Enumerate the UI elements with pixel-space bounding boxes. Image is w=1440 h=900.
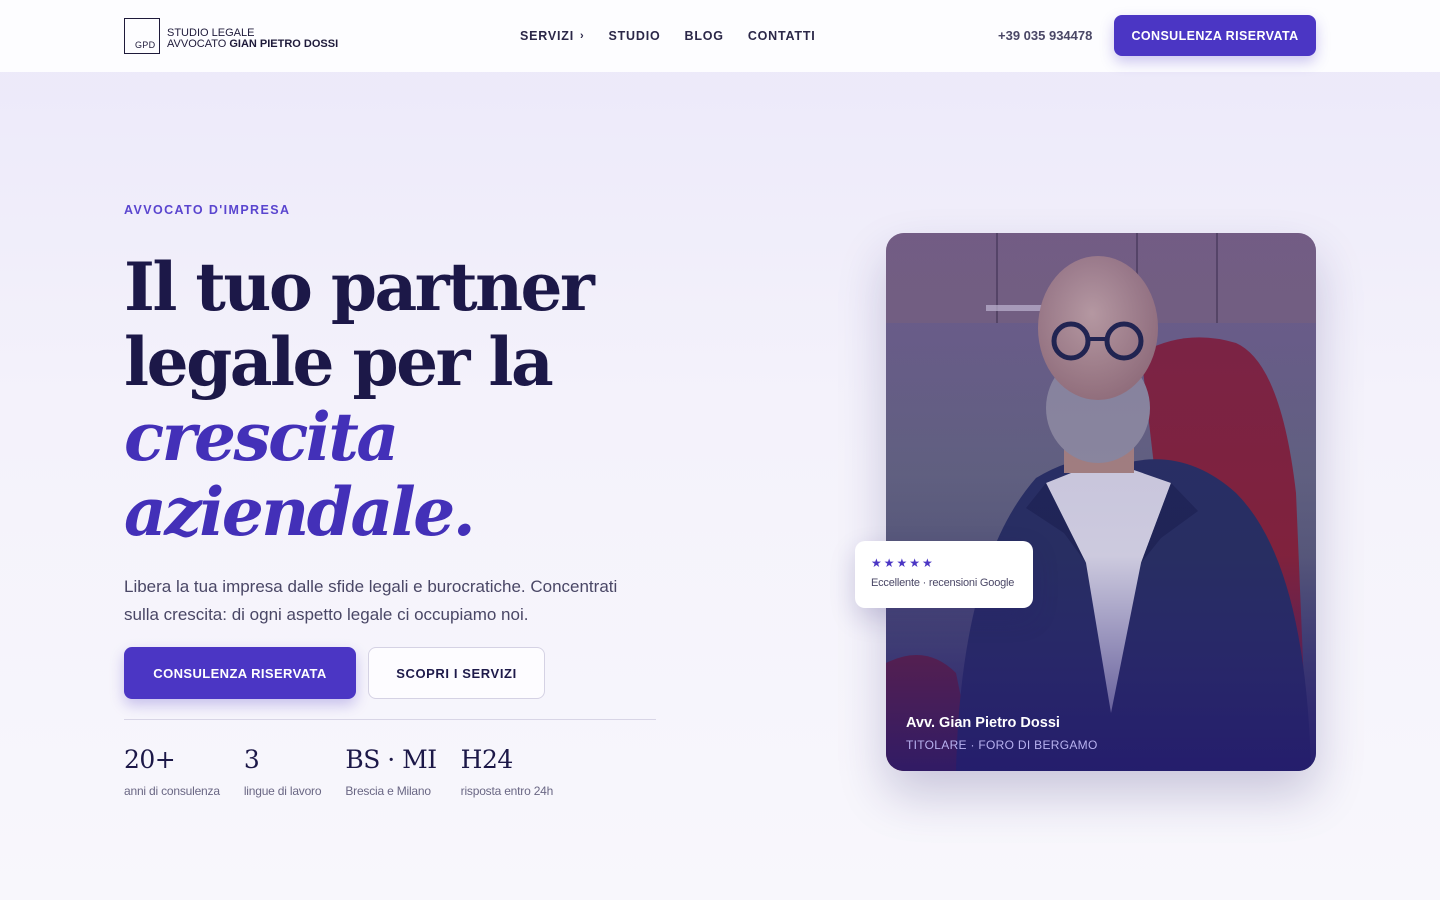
logo-line2-prefix: AVVOCATO xyxy=(167,38,227,50)
nav-item-label: STUDIO xyxy=(608,29,661,43)
header-consultation-button[interactable]: CONSULENZA RISERVATA xyxy=(1114,15,1316,56)
services-button[interactable]: SCOPRI I SERVIZI xyxy=(368,647,545,699)
stat-value: H24 xyxy=(460,745,514,774)
stat-value: BS · MI xyxy=(345,745,437,774)
stats-divider xyxy=(124,719,656,720)
hero-eyebrow: AVVOCATO D'IMPRESA xyxy=(124,203,291,217)
hero-headline: Il tuo partner legale per la crescita az… xyxy=(124,250,744,550)
phone-link[interactable]: +39 035 934478 xyxy=(998,28,1092,43)
logo-line2: AVVOCATO GIAN PIETRO DOSSI xyxy=(167,39,338,50)
headline-italic-2: aziendale. xyxy=(124,473,476,551)
logo-mark-text: GPD xyxy=(135,40,156,50)
headline-italic-1: crescita xyxy=(124,398,399,476)
hero-lead: Libera la tua impresa dalle sfide legali… xyxy=(124,577,618,624)
nav-item-label: BLOG xyxy=(684,29,724,43)
review-text: Eccellente · recensioni Google xyxy=(871,577,1015,589)
nav-item-label: SERVIZI xyxy=(520,29,574,43)
nav-item-studio[interactable]: STUDIO xyxy=(608,29,660,43)
logo-text: STUDIO LEGALE AVVOCATO GIAN PIETRO DOSSI xyxy=(167,28,338,50)
lawyer-name: Avv. Gian Pietro Dossi xyxy=(906,715,1060,731)
chevron-right-icon: › xyxy=(580,30,585,42)
logo-line2-name: GIAN PIETRO DOSSI xyxy=(229,38,339,50)
nav-item-blog[interactable]: BLOG xyxy=(685,29,724,43)
stat-item: 3 lingue di lavoro xyxy=(244,744,322,798)
headline-line-1: Il tuo partner xyxy=(124,248,595,326)
stats-row: 20+ anni di consulenza 3 lingue di lavor… xyxy=(124,744,553,798)
hero-consultation-button[interactable]: CONSULENZA RISERVATA xyxy=(124,647,356,699)
stat-label: lingue di lavoro xyxy=(243,784,322,798)
stat-item: H24 risposta entro 24h xyxy=(460,744,554,798)
stat-label: anni di consulenza xyxy=(124,784,220,798)
nav-item-label: CONTATTI xyxy=(747,29,816,43)
portrait-card: Avv. Gian Pietro Dossi TITOLARE · FORO D… xyxy=(886,233,1316,771)
headline-line-2: legale per la xyxy=(124,323,554,401)
portrait-caption: Avv. Gian Pietro Dossi TITOLARE · FORO D… xyxy=(906,715,1098,752)
star-icon: ★★★★★ xyxy=(871,556,935,570)
stat-label: risposta entro 24h xyxy=(460,784,554,798)
main-nav: SERVIZI › STUDIO BLOG CONTATTI xyxy=(520,29,816,43)
stat-label: Brescia e Milano xyxy=(345,784,431,798)
nav-item-contatti[interactable]: CONTATTI xyxy=(748,29,816,43)
nav-item-servizi[interactable]: SERVIZI › xyxy=(520,29,584,43)
lawyer-role: TITOLARE · FORO DI BERGAMO xyxy=(906,738,1098,752)
stat-item: BS · MI Brescia e Milano xyxy=(345,744,437,798)
logo-mark: GPD xyxy=(124,18,160,54)
portrait-photo xyxy=(886,233,1316,771)
stat-item: 20+ anni di consulenza xyxy=(124,744,220,798)
stat-value: 3 xyxy=(243,745,260,774)
logo[interactable]: GPD STUDIO LEGALE AVVOCATO GIAN PIETRO D… xyxy=(124,18,338,54)
review-badge: ★★★★★ Eccellente · recensioni Google xyxy=(855,541,1033,608)
site-header: GPD STUDIO LEGALE AVVOCATO GIAN PIETRO D… xyxy=(0,0,1440,72)
stat-value: 20+ xyxy=(124,745,176,774)
